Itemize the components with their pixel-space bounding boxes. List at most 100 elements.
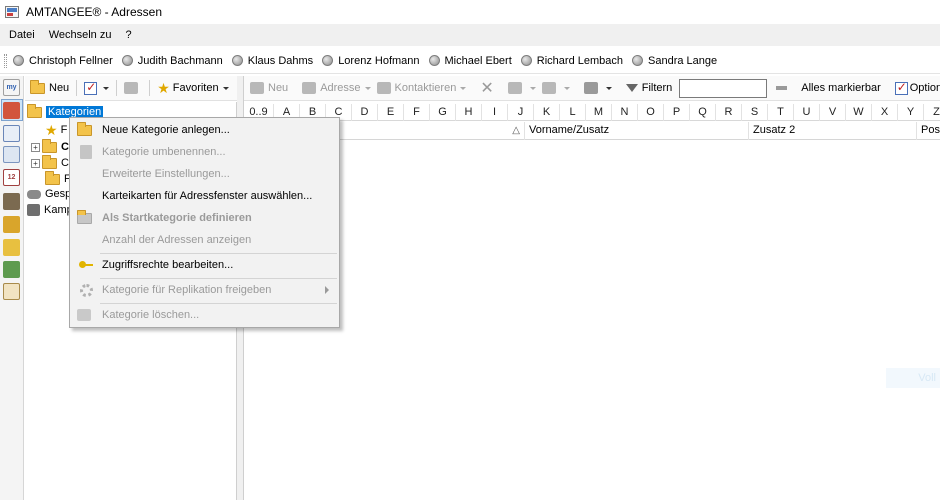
expand-icon[interactable]: + [31,158,40,168]
delete-button[interactable]: ✕ [477,78,496,98]
alphabet-filter-letter[interactable]: N [612,104,638,121]
user-status-icon [13,55,24,66]
column-header-position[interactable]: Posi [917,122,940,140]
tree-node[interactable]: F [45,170,71,187]
copy-button[interactable] [539,78,573,98]
alphabet-filter-letter[interactable]: E [378,104,404,121]
my-icon[interactable]: my [3,79,20,96]
menu-item-set-start-category[interactable]: Als Startkategorie definieren [72,208,337,228]
faint-overlay-label: Voll [886,368,940,388]
tasks-icon[interactable] [3,283,20,300]
tree-node-gespraeche[interactable]: Gesp [27,186,71,202]
calendar-icon[interactable]: 12 [3,169,20,186]
delete-icon [77,309,91,321]
alphabet-filter-letter[interactable]: M [586,104,612,121]
options-icon [894,80,908,95]
address-icon [302,82,317,94]
alphabet-filter-letter[interactable]: X [872,104,898,121]
menu-item-replication[interactable]: Kategorie für Replikation freigeben [72,280,337,300]
menu-item-select-cards[interactable]: Karteikarten für Adressfenster auswählen… [72,186,337,206]
contacts-icon[interactable] [3,102,20,119]
documents-icon[interactable] [3,146,20,163]
menu-item-new-category[interactable]: Neue Kategorie anlegen... [72,120,337,140]
contact-button[interactable]: Kontaktieren [374,78,470,98]
star-icon: ★ [157,80,170,96]
user-status-icon [632,55,643,66]
menu-item-advanced-settings[interactable]: Erweiterte Einstellungen... [72,164,337,184]
alphabet-filter-letter[interactable]: U [794,104,820,121]
new-address-button[interactable]: Neu [247,78,291,98]
module-sidebar: my 12 [0,76,24,500]
mail-icon[interactable] [3,125,20,142]
alphabet-filter-letter[interactable]: S [742,104,768,121]
alphabet-filter-letter[interactable]: D [352,104,378,121]
alphabet-filter-letter[interactable]: G [430,104,456,121]
alphabet-filter-letter[interactable]: P [664,104,690,121]
column-header-vorname[interactable]: Vorname/Zusatz [525,122,749,140]
mark-all-button[interactable]: Alles markierbar [798,78,883,98]
folder-icon [42,154,57,169]
address-button[interactable]: Adresse [299,78,373,98]
alphabet-filter-letter[interactable]: V [820,104,846,121]
user-item[interactable]: Richard Lembach [520,55,623,67]
category-context-menu: Neue Kategorie anlegen... Kategorie umbe… [69,117,340,328]
user-item[interactable]: Christoph Fellner [13,55,113,67]
alphabet-filter-letter[interactable]: F [404,104,430,121]
user-item[interactable]: Judith Bachmann [121,55,223,67]
tree-node[interactable]: + C [31,138,69,155]
alphabet-filter-letter[interactable]: Q [690,104,716,121]
alphabet-filter-letter[interactable]: L [560,104,586,121]
tree-node-favorites[interactable]: ★ F [45,122,67,138]
folder-icon [30,79,45,94]
menu-item-delete-category[interactable]: Kategorie löschen... [72,305,337,325]
chevron-down-icon [103,86,110,90]
alphabet-filter-letter[interactable]: H [456,104,482,121]
print-button[interactable] [581,78,615,98]
alphabet-filter-letter[interactable]: K [534,104,560,121]
new-category-button[interactable]: Neu [27,78,72,98]
expand-icon[interactable]: + [31,142,40,152]
menu-help[interactable]: ? [118,29,138,41]
user-item[interactable]: Klaus Dahms [231,55,313,67]
menu-item-access-rights[interactable]: Zugriffsrechte bearbeiten... [72,255,337,275]
disabled-tool-button[interactable] [121,78,145,98]
user-item[interactable]: Michael Ebert [428,55,512,67]
menu-wechseln-zu[interactable]: Wechseln zu [42,29,119,41]
copy-icon [541,82,556,94]
user-item[interactable]: Lorenz Hofmann [322,55,420,67]
package-icon[interactable] [3,239,20,256]
toolbar-grip[interactable] [4,53,7,68]
alphabet-filter-letter[interactable]: T [768,104,794,121]
column-header-zusatz2[interactable]: Zusatz 2 [749,122,917,140]
alphabet-filter-letter[interactable]: J [508,104,534,121]
alphabet-filter-letter[interactable]: Z [924,104,940,121]
campaign-icon [27,204,40,216]
menu-separator [100,253,337,254]
tree-node[interactable]: + C [31,154,69,171]
alphabet-filter-letter[interactable]: W [846,104,872,121]
chevron-down-icon [364,86,371,90]
menu-item-rename-category[interactable]: Kategorie umbenennen... [72,142,337,162]
user-item[interactable]: Sandra Lange [632,55,717,67]
archive-icon[interactable] [3,193,20,210]
menu-item-show-address-count[interactable]: Anzahl der Adressen anzeigen [72,230,337,250]
toolbar-separator [149,80,151,96]
users-icon[interactable] [3,261,20,278]
user-status-icon [322,55,334,66]
alphabet-filter-letter[interactable]: Y [898,104,924,121]
menu-datei[interactable]: Datei [2,29,42,41]
tasks-dropdown-button[interactable] [81,78,112,98]
chevron-down-icon [460,86,467,90]
filter-input[interactable] [679,78,768,98]
tree-node-kampagnen[interactable]: Kamp [27,202,73,218]
alphabet-filter-letter[interactable]: I [482,104,508,121]
alphabet-filter-letter[interactable]: R [716,104,742,121]
chevron-down-icon [222,86,229,90]
alphabet-filter-letter[interactable]: O [638,104,664,121]
options-button[interactable]: Optione [892,78,940,98]
filter-button[interactable]: Filtern [623,78,676,98]
clear-filter-button[interactable] [773,78,790,98]
favorites-button[interactable]: ★ Favoriten [154,78,231,98]
box-icon[interactable] [3,216,20,233]
move-button[interactable] [505,78,539,98]
